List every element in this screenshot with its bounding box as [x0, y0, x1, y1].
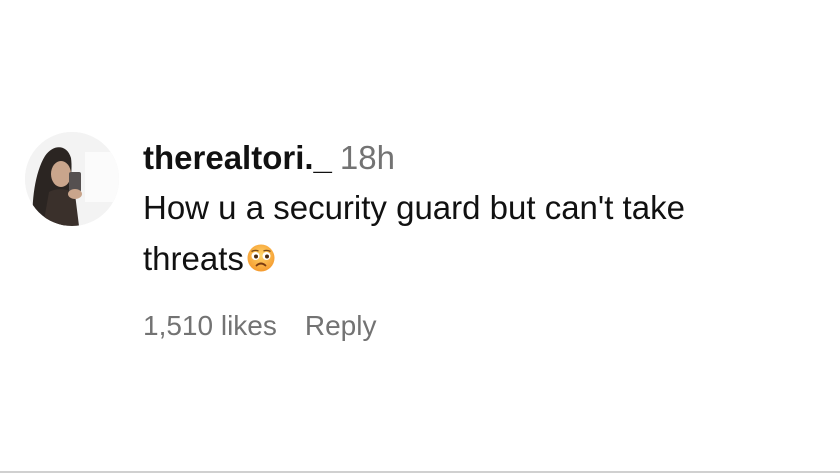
likes-count[interactable]: 1,510 likes — [143, 310, 277, 341]
comment-timestamp: 18h — [339, 139, 395, 176]
reply-button[interactable]: Reply — [305, 310, 377, 341]
comment-item: therealtori._ 18h How u a security guard … — [25, 132, 825, 372]
comment-body: therealtori._ 18h How u a security guard … — [143, 136, 833, 346]
frowning-face-emoji-icon — [247, 244, 275, 272]
username-link[interactable]: therealtori._ — [143, 139, 332, 176]
comment-actions: 1,510 likes Reply — [143, 306, 833, 346]
comment-header: therealtori._ 18h — [143, 136, 833, 180]
avatar[interactable] — [25, 132, 119, 226]
comment-text-line-2: threats — [143, 240, 244, 277]
comment-text: How u a security guard but can't take th… — [143, 182, 833, 284]
comment-text-line-1: How u a security guard but can't take — [143, 189, 685, 226]
profile-photo-icon — [25, 132, 119, 226]
